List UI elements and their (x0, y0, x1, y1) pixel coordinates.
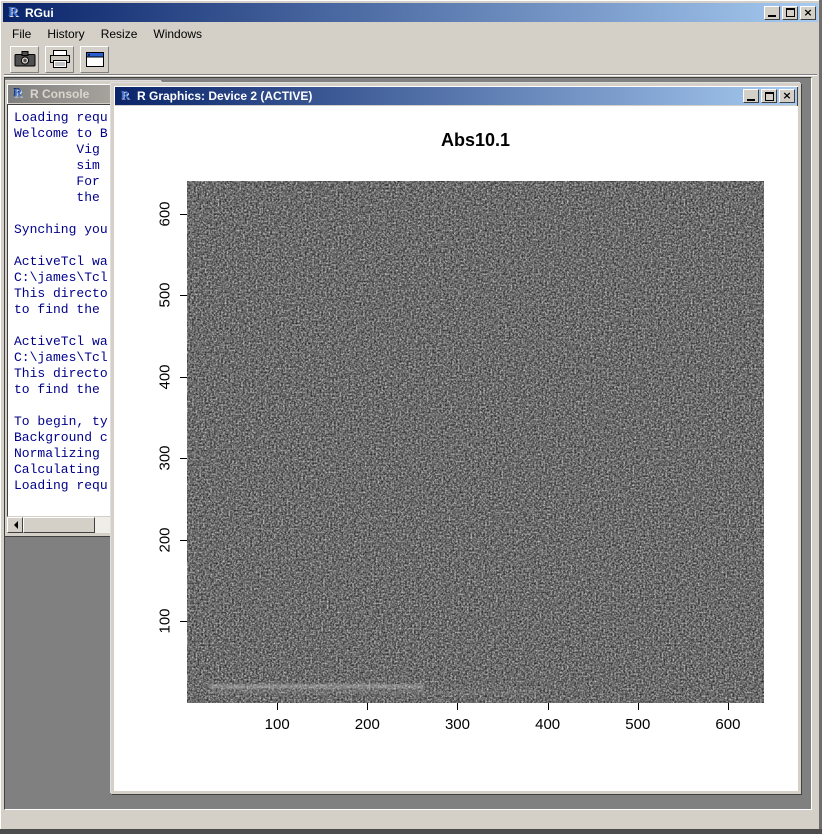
menu-item-resize[interactable]: Resize (93, 25, 146, 43)
y-axis-tick-label: 200 (157, 527, 174, 552)
r-logo-icon: R (118, 89, 132, 103)
r-logo-icon: R (5, 5, 21, 21)
x-axis-tick (728, 703, 729, 710)
minimize-button[interactable] (764, 6, 780, 20)
x-axis-tick (457, 703, 458, 710)
graphics-maximize-button[interactable] (761, 89, 777, 103)
graphics-title: R Graphics: Device 2 (ACTIVE) (137, 89, 743, 103)
snapshot-button[interactable] (10, 46, 39, 73)
maximize-icon (786, 8, 795, 17)
graphics-titlebar[interactable]: R R Graphics: Device 2 (ACTIVE) × (115, 87, 797, 105)
camera-icon (14, 50, 36, 68)
x-axis-tick-label: 400 (535, 716, 560, 733)
graphics-window-controls: × (743, 89, 795, 103)
close-icon: × (782, 91, 791, 101)
x-axis-tick-label: 100 (265, 716, 290, 733)
y-axis-tick-label: 300 (157, 446, 174, 471)
x-axis-tick (638, 703, 639, 710)
x-axis-tick-label: 600 (715, 716, 740, 733)
y-axis-tick-label: 500 (157, 283, 174, 308)
x-axis-tick-label: 300 (445, 716, 470, 733)
r-logo-icon: R (11, 87, 25, 101)
menu-item-windows[interactable]: Windows (145, 25, 210, 43)
y-axis-tick (180, 540, 187, 541)
plot-area: Abs10.1 (114, 106, 798, 791)
minimize-icon (747, 99, 755, 101)
x-axis-tick (367, 703, 368, 710)
x-axis-tick-label: 500 (625, 716, 650, 733)
y-axis-tick-label: 100 (157, 609, 174, 634)
y-axis-tick-label: 400 (157, 364, 174, 389)
x-axis-tick-label: 200 (355, 716, 380, 733)
window-title: RGui (25, 6, 764, 20)
console-focus-button[interactable] (80, 46, 109, 73)
printer-icon (49, 50, 71, 68)
menu-item-file[interactable]: File (4, 25, 39, 43)
noise-texture (187, 181, 764, 703)
scroll-left-button[interactable] (7, 517, 23, 533)
scrollbar-thumb[interactable] (23, 517, 95, 533)
close-icon: × (803, 8, 812, 18)
maximize-icon (765, 92, 774, 101)
window-controls: × (764, 6, 816, 20)
y-axis-tick (180, 295, 187, 296)
rgui-main-window: R RGui × FileHistoryResizeWindows (0, 0, 822, 834)
y-axis-tick (180, 458, 187, 459)
toolbar (4, 44, 817, 75)
print-button[interactable] (45, 46, 74, 73)
plot-title: Abs10.1 (187, 130, 764, 151)
menu-bar: FileHistoryResizeWindows (4, 24, 817, 43)
mdi-area: R R Console Loading requWelcome to B Vig… (4, 77, 812, 810)
graphics-close-button[interactable]: × (779, 89, 795, 103)
window-frame-bottom (0, 829, 822, 834)
menu-item-history[interactable]: History (39, 25, 92, 43)
microarray-image (187, 181, 764, 703)
minimize-icon (768, 15, 776, 17)
close-button[interactable]: × (800, 6, 816, 20)
x-axis-tick (277, 703, 278, 710)
y-axis-tick (180, 621, 187, 622)
maximize-button[interactable] (782, 6, 798, 20)
y-axis-tick-label: 600 (157, 201, 174, 226)
y-axis-tick (180, 377, 187, 378)
faint-streak (209, 684, 424, 689)
x-axis-tick (548, 703, 549, 710)
console-window-icon (85, 51, 105, 68)
rgui-titlebar[interactable]: R RGui × (3, 3, 818, 22)
graphics-minimize-button[interactable] (743, 89, 759, 103)
y-axis-tick (180, 214, 187, 215)
r-graphics-window: R R Graphics: Device 2 (ACTIVE) × Abs10.… (111, 83, 801, 794)
left-arrow-icon (10, 521, 18, 529)
